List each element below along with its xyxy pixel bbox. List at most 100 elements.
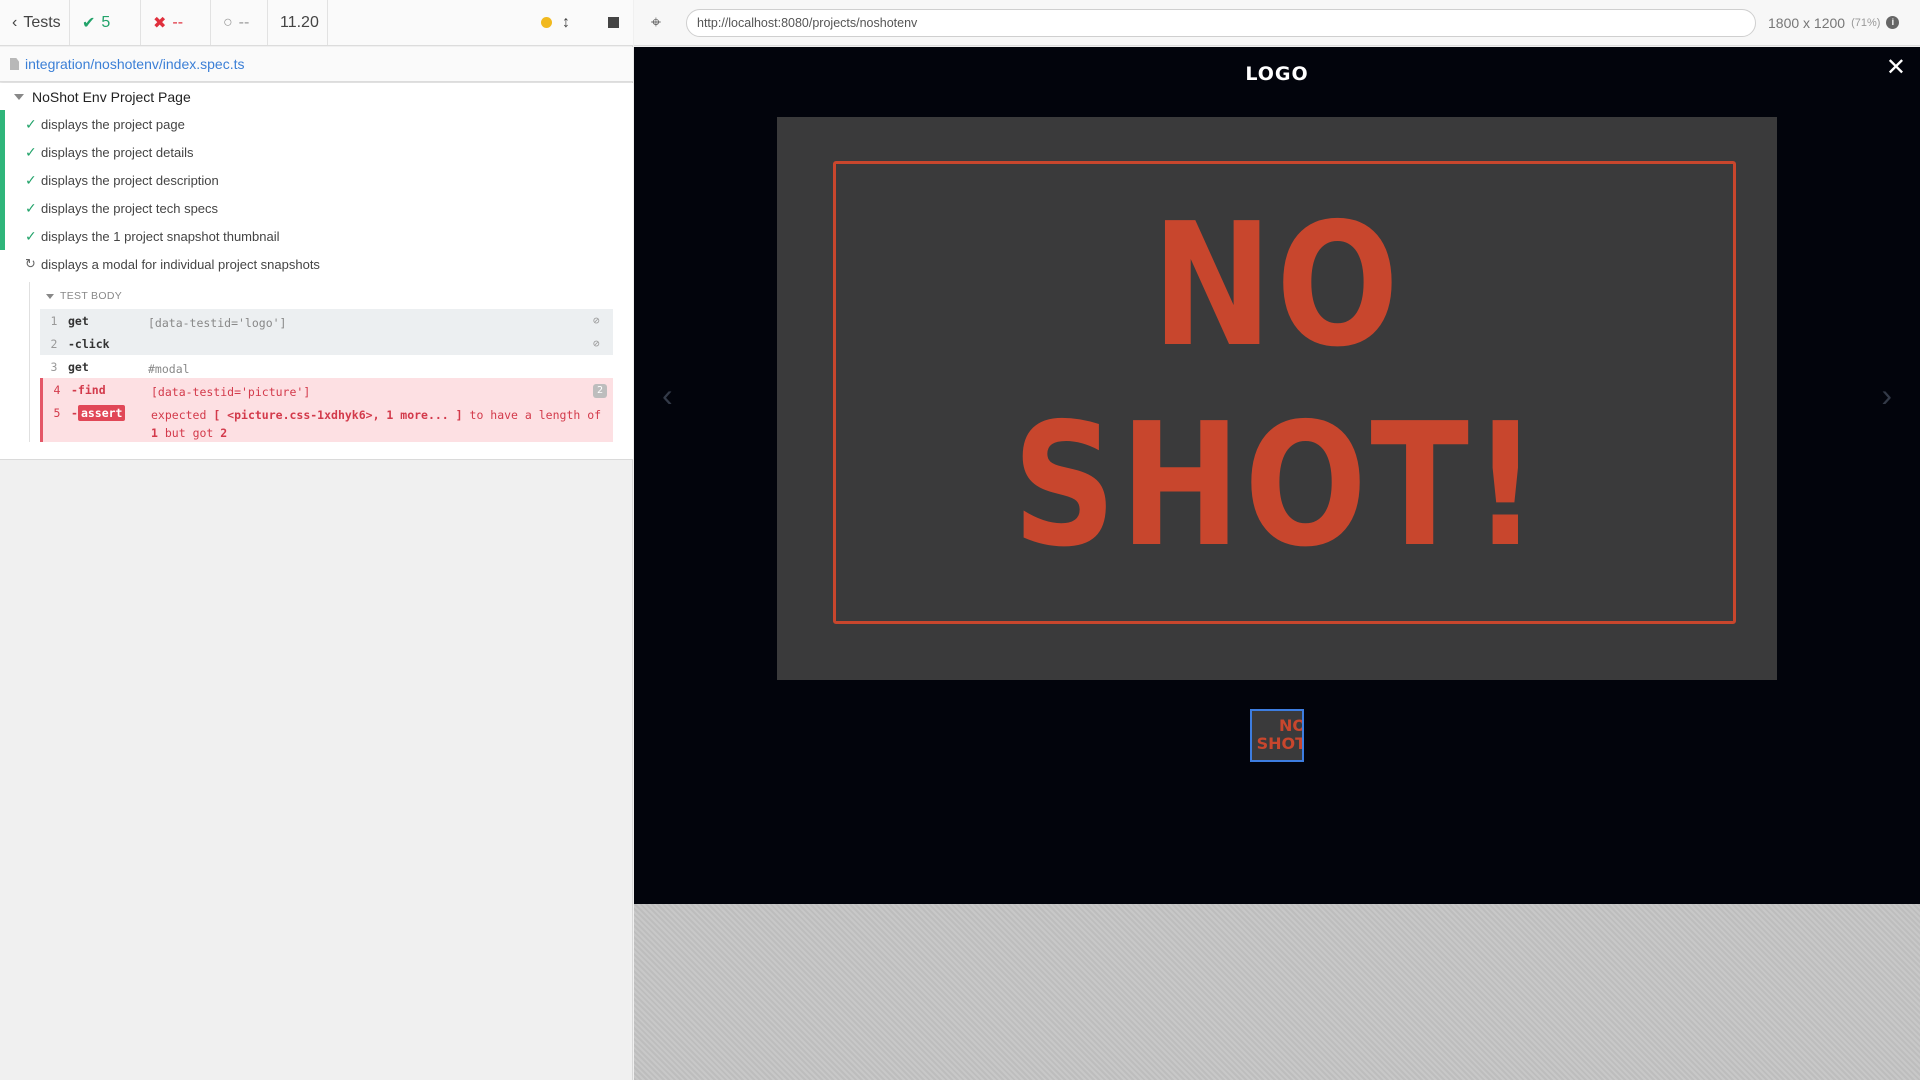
chevron-left-icon: ‹ [12, 13, 18, 31]
command-name: - assert [71, 401, 151, 442]
check-icon: ✓ [25, 143, 37, 160]
command-message: [data-testid='logo'] [148, 316, 287, 330]
pass-bar [0, 110, 5, 138]
command-number: 2 [50, 337, 58, 351]
passed-count: 5 [101, 13, 111, 31]
command-name: -find [71, 383, 106, 397]
eye-slash-icon: ⊘ [593, 337, 600, 350]
test-item[interactable]: ✓ displays the project page [0, 110, 633, 138]
spec-file-link[interactable]: integration/noshotenv/index.spec.ts [25, 56, 244, 72]
snapshot-title-line1: NO [1151, 187, 1403, 385]
msg-actual: 2 [220, 426, 228, 440]
check-icon: ✓ [25, 227, 37, 244]
viewport-size: 1800 x 1200 [1768, 14, 1846, 31]
suite-title[interactable]: NoShot Env Project Page [14, 89, 191, 105]
project-snapshot-image: NO SHOT! [777, 117, 1777, 680]
aut-empty-area [634, 904, 1920, 1080]
command-row[interactable]: 3 get #modal [40, 355, 613, 378]
reporter: NoShot Env Project Page ✓ displays the p… [0, 83, 633, 460]
command-name: get [68, 314, 89, 328]
test-body-label: TEST BODY [60, 290, 123, 302]
snapshot-thumbnail[interactable]: NO SHOT [1250, 709, 1304, 762]
info-icon[interactable]: i [1886, 16, 1900, 29]
header-spacer [328, 0, 527, 45]
stop-icon[interactable] [608, 17, 619, 28]
suite-title-label: NoShot Env Project Page [32, 89, 191, 105]
test-title: displays the project page [41, 116, 185, 132]
run-controls: ↕ [527, 0, 633, 45]
command-message [148, 332, 593, 355]
assert-badge: assert [77, 405, 126, 421]
command-row[interactable]: 2 -click ⊘ [40, 332, 613, 355]
pending-count: -- [238, 13, 250, 31]
test-title: displays the 1 project snapshot thumbnai… [41, 228, 280, 244]
thumb-line1: NO [1279, 716, 1304, 735]
msg-prefix: expected [151, 408, 207, 422]
logo[interactable]: LOGO [634, 63, 1920, 85]
check-icon: ✔ [82, 14, 96, 32]
command-name: -click [68, 337, 110, 351]
command-message: #modal [148, 362, 190, 376]
chevron-left-icon[interactable]: ‹ [662, 377, 673, 414]
aut-header: ⌖ http://localhost:8080/projects/noshote… [634, 0, 1920, 46]
viewport-info: 1800 x 1200 (71%) i [1768, 14, 1900, 31]
element-count-badge: 2 [593, 384, 607, 398]
test-item-running[interactable]: ↻ displays a modal for individual projec… [0, 250, 633, 278]
snapshot-title-line2: SHOT! [1012, 387, 1542, 585]
file-icon [10, 58, 19, 70]
back-label: Tests [23, 13, 61, 31]
check-icon: ✓ [25, 115, 37, 132]
pending-stat: ○ -- [211, 0, 268, 45]
msg-expected: 1 [151, 426, 158, 440]
test-title: displays the project details [41, 144, 194, 160]
eye-slash-icon: ⊘ [593, 314, 600, 327]
pass-bar [0, 222, 5, 250]
command-dash: - [71, 406, 78, 420]
failed-stat: ✖ -- [141, 0, 211, 45]
command-row-failed[interactable]: 5 - assert expected [ <picture.css-1xdhyk… [40, 401, 613, 442]
test-item[interactable]: ✓ displays the project details [0, 138, 633, 166]
msg-mid: to have a length of [469, 408, 602, 422]
msg-but: but got [164, 426, 214, 440]
caret-down-icon [14, 94, 24, 100]
test-body-toggle[interactable]: TEST BODY [46, 290, 122, 302]
selector-playground-icon[interactable]: ⌖ [634, 12, 678, 33]
thumb-line2: SHOT [1256, 734, 1304, 753]
back-to-tests-button[interactable]: ‹ Tests [0, 0, 70, 45]
test-item[interactable]: ✓ displays the 1 project snapshot thumbn… [0, 222, 633, 250]
command-number: 4 [53, 383, 61, 397]
passed-stat: ✔ 5 [70, 0, 141, 45]
pass-bar [0, 194, 5, 222]
x-icon: ✖ [153, 14, 167, 32]
url-bar[interactable]: http://localhost:8080/projects/noshotenv [686, 8, 1756, 37]
duration: 11.20 [268, 0, 328, 45]
check-icon: ✓ [25, 171, 37, 188]
status-bar [0, 250, 5, 278]
command-number: 1 [50, 314, 58, 328]
test-title: displays a modal for individual project … [41, 256, 320, 272]
command-row[interactable]: 1 get [data-testid='logo'] ⊘ [40, 309, 613, 332]
command-message: [data-testid='picture'] [151, 385, 311, 399]
pass-bar [0, 166, 5, 194]
running-indicator-icon [541, 17, 552, 28]
refresh-icon: ↻ [25, 256, 36, 271]
test-title: displays the project tech specs [41, 200, 219, 216]
test-item[interactable]: ✓ displays the project tech specs [0, 194, 633, 222]
msg-subject: [ <picture.css-1xdhyk6>, 1 more... ] [213, 408, 463, 422]
test-body-guide [29, 282, 30, 442]
test-title: displays the project description [41, 172, 219, 188]
chevron-right-icon[interactable]: › [1881, 377, 1892, 414]
command-row-failed[interactable]: 4 -find [data-testid='picture'] 2 [40, 378, 613, 401]
assertion-message: expected [ <picture.css-1xdhyk6>, 1 more… [151, 401, 613, 442]
caret-down-icon [46, 293, 54, 299]
runner-header: ‹ Tests ✔ 5 ✖ -- ○ -- 11.20 ↕ [0, 0, 633, 46]
test-runner-panel: ‹ Tests ✔ 5 ✖ -- ○ -- 11.20 ↕ integratio… [0, 0, 633, 1080]
viewport-scale: (71%) [1851, 16, 1881, 29]
command-number: 5 [53, 406, 61, 420]
check-icon: ✓ [25, 199, 37, 216]
test-item[interactable]: ✓ displays the project description [0, 166, 633, 194]
close-icon[interactable]: ✕ [1886, 53, 1906, 82]
command-name: get [68, 360, 89, 374]
circle-icon: ○ [223, 13, 233, 31]
auto-scroll-icon[interactable]: ↕ [562, 14, 570, 32]
